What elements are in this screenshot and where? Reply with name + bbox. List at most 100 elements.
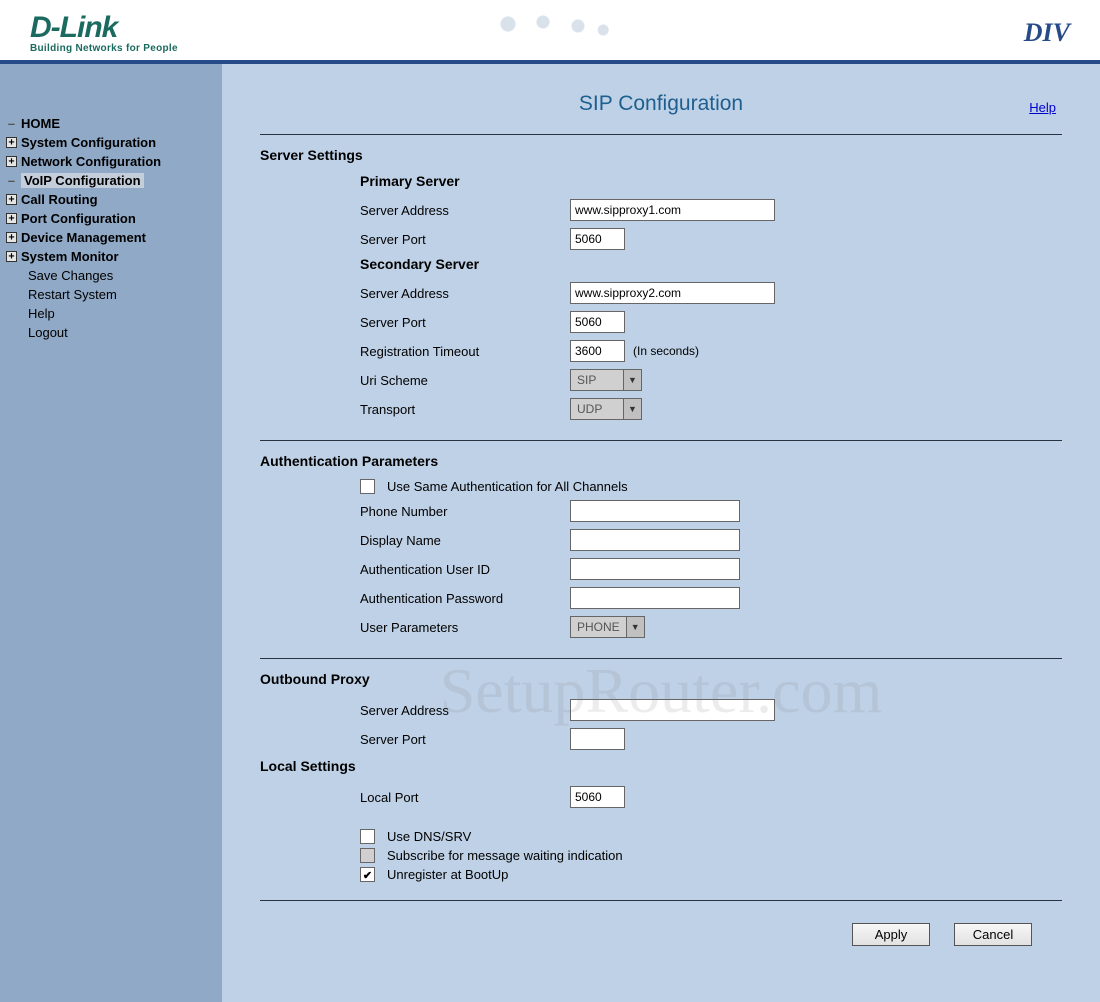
outbound-address-input[interactable] (570, 699, 775, 721)
plus-icon[interactable]: + (6, 156, 17, 167)
divider (260, 440, 1062, 441)
auth-userid-row: Authentication User ID (360, 556, 1062, 582)
uri-scheme-value: SIP (571, 370, 623, 390)
auth-heading: Authentication Parameters (260, 453, 1062, 469)
same-auth-checkbox[interactable] (360, 479, 375, 494)
user-parameters-value: PHONE (571, 617, 626, 637)
sidebar-item-save-changes[interactable]: Save Changes (6, 266, 216, 285)
display-name-input[interactable] (570, 529, 740, 551)
brand-right: DIV (1024, 18, 1070, 48)
buttons-row: Apply Cancel (260, 913, 1062, 952)
sidebar-item-system-monitor[interactable]: + System Monitor (6, 247, 216, 266)
sidebar-item-label: Call Routing (21, 192, 98, 207)
dns-srv-row: Use DNS/SRV (360, 829, 1062, 844)
registration-timeout-input[interactable] (570, 340, 625, 362)
dns-srv-checkbox[interactable] (360, 829, 375, 844)
chevron-down-icon: ▼ (623, 399, 641, 419)
uri-scheme-row: Uri Scheme SIP ▼ (360, 367, 1062, 393)
sidebar-item-label: HOME (21, 116, 60, 131)
local-port-label: Local Port (360, 790, 570, 805)
outbound-address-row: Server Address (360, 697, 1062, 723)
mwi-label: Subscribe for message waiting indication (387, 848, 623, 863)
primary-port-label: Server Port (360, 232, 570, 247)
sidebar-item-voip-configuration[interactable]: – VoIP Configuration (6, 171, 216, 190)
dns-srv-label: Use DNS/SRV (387, 829, 471, 844)
logo: D-Link Building Networks for People (30, 13, 178, 54)
user-parameters-select[interactable]: PHONE ▼ (570, 616, 645, 638)
sidebar-item-logout[interactable]: Logout (6, 323, 216, 342)
display-name-row: Display Name (360, 527, 1062, 553)
sidebar-item-label: Network Configuration (21, 154, 161, 169)
phone-input[interactable] (570, 500, 740, 522)
sidebar-item-label: Device Management (21, 230, 146, 245)
sidebar-item-restart-system[interactable]: Restart System (6, 285, 216, 304)
primary-port-row: Server Port (360, 226, 1062, 252)
world-map-icon (480, 8, 620, 48)
plus-icon[interactable]: + (6, 194, 17, 205)
primary-address-input[interactable] (570, 199, 775, 221)
primary-port-input[interactable] (570, 228, 625, 250)
chevron-down-icon: ▼ (623, 370, 641, 390)
unregister-row: Unregister at BootUp (360, 867, 1062, 882)
secondary-server-heading: Secondary Server (360, 256, 1062, 272)
plus-icon[interactable]: + (6, 251, 17, 262)
secondary-address-input[interactable] (570, 282, 775, 304)
sidebar-item-label: Port Configuration (21, 211, 136, 226)
apply-button[interactable]: Apply (852, 923, 930, 946)
auth-password-row: Authentication Password (360, 585, 1062, 611)
divider (260, 658, 1062, 659)
header: D-Link Building Networks for People DIV (0, 0, 1100, 64)
chevron-down-icon: ▼ (626, 617, 644, 637)
uri-scheme-select[interactable]: SIP ▼ (570, 369, 642, 391)
local-heading: Local Settings (260, 758, 1062, 774)
outbound-port-input[interactable] (570, 728, 625, 750)
logo-tagline: Building Networks for People (30, 43, 178, 54)
plus-icon[interactable]: + (6, 213, 17, 224)
transport-select[interactable]: UDP ▼ (570, 398, 642, 420)
local-port-row: Local Port (360, 784, 1062, 810)
display-name-label: Display Name (360, 533, 570, 548)
auth-userid-label: Authentication User ID (360, 562, 570, 577)
outbound-port-row: Server Port (360, 726, 1062, 752)
server-settings-heading: Server Settings (260, 147, 1062, 163)
same-auth-row: Use Same Authentication for All Channels (360, 479, 1062, 494)
sidebar-item-home[interactable]: – HOME (6, 114, 216, 133)
phone-label: Phone Number (360, 504, 570, 519)
sidebar-item-label: Save Changes (28, 268, 113, 283)
phone-row: Phone Number (360, 498, 1062, 524)
sidebar-item-device-management[interactable]: + Device Management (6, 228, 216, 247)
outbound-port-label: Server Port (360, 732, 570, 747)
primary-server-heading: Primary Server (360, 173, 1062, 189)
help-link[interactable]: Help (1029, 100, 1056, 115)
mwi-checkbox[interactable] (360, 848, 375, 863)
unregister-checkbox[interactable] (360, 867, 375, 882)
sidebar-item-port-configuration[interactable]: + Port Configuration (6, 209, 216, 228)
cancel-button[interactable]: Cancel (954, 923, 1032, 946)
plus-icon[interactable]: + (6, 137, 17, 148)
registration-timeout-row: Registration Timeout (In seconds) (360, 338, 1062, 364)
check-icon (363, 868, 372, 882)
transport-label: Transport (360, 402, 570, 417)
sidebar-item-network-configuration[interactable]: + Network Configuration (6, 152, 216, 171)
outbound-address-label: Server Address (360, 703, 570, 718)
sidebar-item-call-routing[interactable]: + Call Routing (6, 190, 216, 209)
user-parameters-label: User Parameters (360, 620, 570, 635)
sidebar-item-help[interactable]: Help (6, 304, 216, 323)
sidebar-item-label: System Monitor (21, 249, 119, 264)
plus-icon[interactable]: + (6, 232, 17, 243)
uri-scheme-label: Uri Scheme (360, 373, 570, 388)
auth-password-label: Authentication Password (360, 591, 570, 606)
auth-password-input[interactable] (570, 587, 740, 609)
logo-main: D-Link (30, 13, 178, 43)
secondary-port-input[interactable] (570, 311, 625, 333)
mwi-row: Subscribe for message waiting indication (360, 848, 1062, 863)
sidebar-item-label: Restart System (28, 287, 117, 302)
transport-value: UDP (571, 399, 623, 419)
local-port-input[interactable] (570, 786, 625, 808)
auth-userid-input[interactable] (570, 558, 740, 580)
sidebar-item-system-configuration[interactable]: + System Configuration (6, 133, 216, 152)
tree-dash-icon: – (6, 173, 17, 188)
same-auth-label: Use Same Authentication for All Channels (387, 479, 628, 494)
registration-timeout-label: Registration Timeout (360, 344, 570, 359)
registration-timeout-note: (In seconds) (633, 344, 699, 358)
